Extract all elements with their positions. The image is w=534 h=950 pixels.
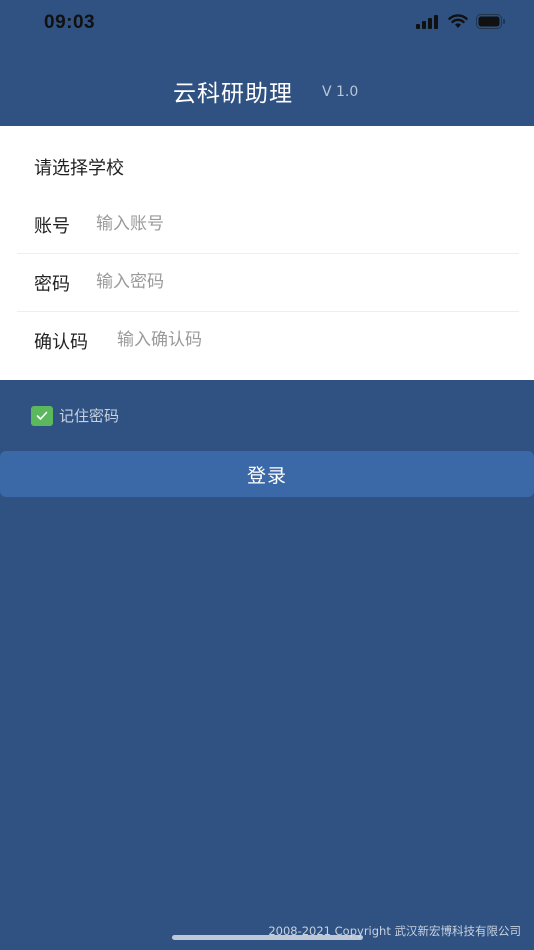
password-input[interactable] <box>96 268 396 296</box>
wifi-icon <box>448 14 468 33</box>
captcha-label: 确认码 <box>34 332 88 353</box>
login-button[interactable]: 登录 <box>0 451 534 497</box>
remember-checkbox[interactable] <box>31 405 53 426</box>
account-row: 账号 <box>17 196 519 254</box>
account-input[interactable] <box>96 210 396 238</box>
checkmark-icon <box>36 411 48 420</box>
password-row: 密码 <box>17 254 519 312</box>
login-form: 请选择学校 账号 密码 确认码 <box>0 126 534 380</box>
captcha-input[interactable] <box>117 326 417 354</box>
remember-password-label: 记住密码 <box>59 407 120 425</box>
app-header: 云科研助理 V 1.0 <box>0 46 534 126</box>
app-version: V 1.0 <box>322 84 359 100</box>
school-select[interactable]: 请选择学校 <box>34 154 124 180</box>
captcha-row: 确认码 <box>17 312 519 370</box>
status-bar: 09:03 <box>0 0 534 46</box>
status-icons <box>416 14 506 33</box>
battery-icon <box>476 14 506 33</box>
home-indicator <box>172 935 363 940</box>
remember-password-toggle[interactable]: 记住密码 <box>31 405 119 426</box>
account-label: 账号 <box>34 216 70 237</box>
app-title: 云科研助理 <box>173 81 293 107</box>
status-time: 09:03 <box>44 12 96 33</box>
signal-icon <box>416 14 440 33</box>
password-label: 密码 <box>34 274 70 295</box>
